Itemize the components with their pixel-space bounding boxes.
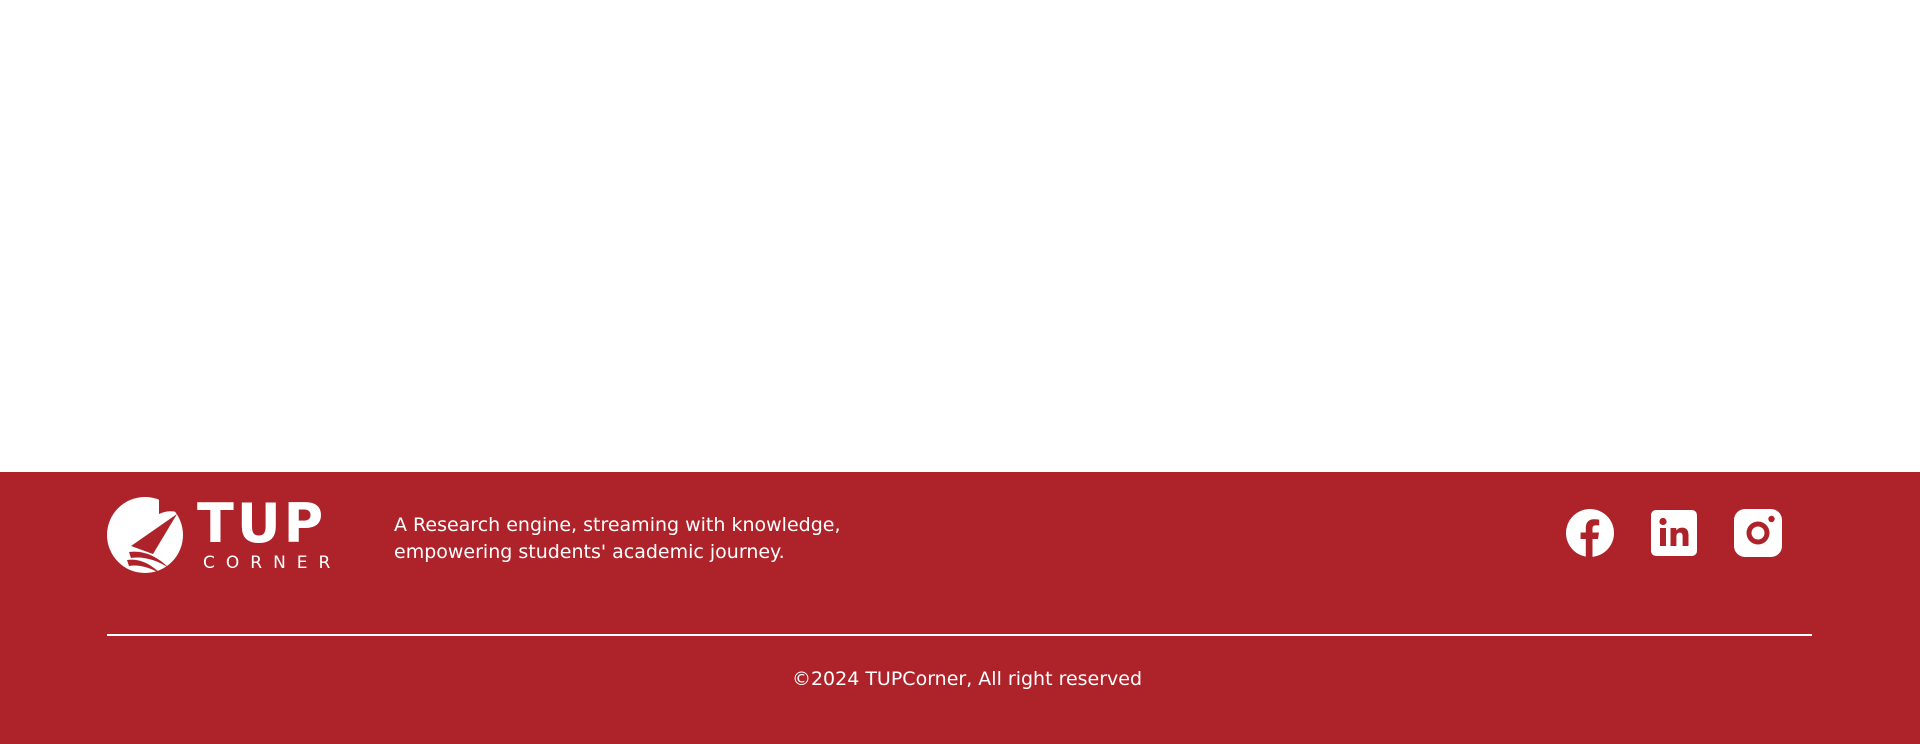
linkedin-link[interactable] (1650, 509, 1698, 557)
instagram-icon (1734, 509, 1782, 557)
social-links (1566, 509, 1782, 557)
footer-tagline: A Research engine, streaming with knowle… (394, 512, 874, 566)
instagram-link[interactable] (1734, 509, 1782, 557)
page-content-area (0, 0, 1920, 472)
logo-subtitle: CORNER (203, 553, 342, 573)
facebook-link[interactable] (1566, 509, 1614, 557)
logo-mark-icon (107, 497, 185, 574)
linkedin-icon (1651, 510, 1697, 556)
tagline-line-1: A Research engine, streaming with knowle… (394, 514, 841, 536)
tup-corner-logo[interactable]: TUP CORNER (107, 494, 332, 576)
site-footer: TUP CORNER A Research engine, streaming … (0, 472, 1920, 744)
facebook-icon (1566, 509, 1614, 557)
logo-wordmark: TUP CORNER (197, 492, 342, 574)
logo-title: TUP (197, 492, 327, 555)
footer-divider (107, 634, 1812, 636)
copyright-text: ©2024 TUPCorner, All right reserved (791, 668, 1143, 690)
tagline-line-2: empowering students' academic journey. (394, 541, 785, 563)
